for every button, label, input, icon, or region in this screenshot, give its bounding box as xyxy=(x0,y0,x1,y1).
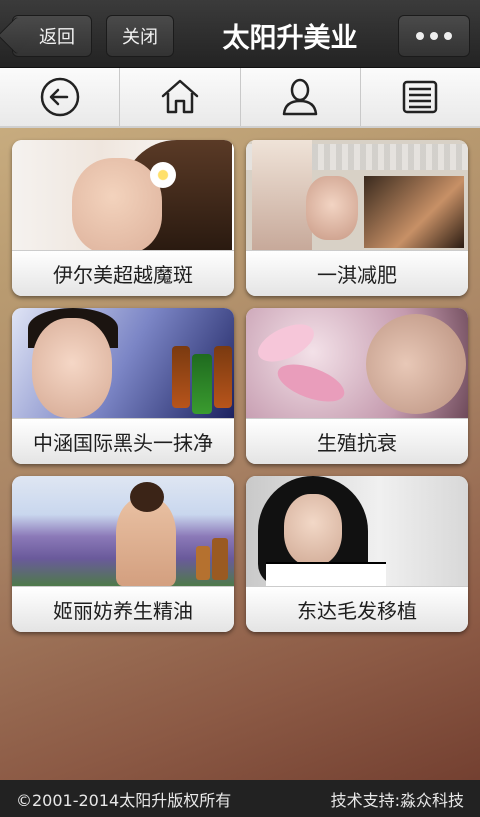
nav-list[interactable] xyxy=(361,68,480,126)
more-button[interactable] xyxy=(398,15,470,57)
service-label: 东达毛发移植 xyxy=(246,586,468,632)
back-button[interactable]: 返回 xyxy=(12,15,92,57)
service-image xyxy=(12,476,234,586)
service-image xyxy=(246,140,468,250)
service-card[interactable]: 生殖抗衰 xyxy=(246,308,468,464)
service-label: 姬丽妨养生精油 xyxy=(12,586,234,632)
service-image xyxy=(12,140,234,250)
page-title: 太阳升美业 xyxy=(222,22,358,54)
icon-nav xyxy=(0,68,480,128)
service-label: 生殖抗衰 xyxy=(246,418,468,464)
nav-user[interactable] xyxy=(241,68,361,126)
more-dots-icon xyxy=(430,32,438,40)
top-bar: 返回 关闭 太阳升美业 xyxy=(0,0,480,68)
service-card[interactable]: 东达毛发移植 xyxy=(246,476,468,632)
service-card[interactable]: 一淇减肥 xyxy=(246,140,468,296)
service-label: 伊尔美超越魔斑 xyxy=(12,250,234,296)
tech-support-text: 技术支持:淼众科技 xyxy=(330,790,464,810)
more-dots-icon xyxy=(444,32,452,40)
home-icon xyxy=(161,79,199,114)
more-dots-icon xyxy=(416,32,424,40)
service-grid: 伊尔美超越魔斑 一淇减肥 中涵国际黑头一抹净 生殖抗衰 姬丽妨养生精油 东达毛发… xyxy=(12,140,468,632)
service-label: 一淇减肥 xyxy=(246,250,468,296)
service-label: 中涵国际黑头一抹净 xyxy=(12,418,234,464)
service-card[interactable]: 中涵国际黑头一抹净 xyxy=(12,308,234,464)
copyright-text: ©2001-2014太阳升版权所有 xyxy=(16,790,232,810)
service-card[interactable]: 姬丽妨养生精油 xyxy=(12,476,234,632)
back-button-label: 返回 xyxy=(39,27,75,48)
service-card[interactable]: 伊尔美超越魔斑 xyxy=(12,140,234,296)
service-image xyxy=(12,308,234,418)
nav-back[interactable] xyxy=(0,68,121,126)
service-image xyxy=(246,308,468,418)
back-arrow-icon xyxy=(40,77,79,117)
close-button[interactable]: 关闭 xyxy=(106,15,174,57)
service-image xyxy=(246,476,468,586)
nav-home[interactable] xyxy=(120,68,241,126)
close-button-label: 关闭 xyxy=(122,27,158,48)
user-icon xyxy=(282,78,318,116)
footer: ©2001-2014太阳升版权所有 技术支持:淼众科技 xyxy=(0,780,480,817)
list-icon xyxy=(403,80,438,114)
